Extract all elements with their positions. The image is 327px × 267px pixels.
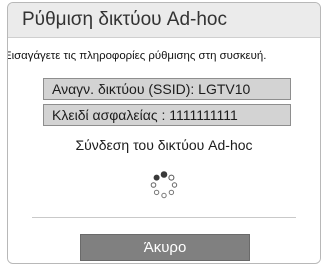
spinner-dot xyxy=(150,182,157,188)
spinner-dot xyxy=(153,189,160,196)
adhoc-setup-dialog: Ρύθμιση δικτύου Ad-hoc Εισαγάγετε τις πλ… xyxy=(7,2,321,264)
instruction-text: Εισαγάγετε τις πληροφορίες ρύθμισης στη … xyxy=(7,50,267,62)
connection-status-text: Σύνδεση του δικτύου Ad-hoc xyxy=(75,137,253,153)
spinner-dot xyxy=(160,171,168,178)
ssid-info-box: Αναγν. δικτύου (SSID): LGTV10 xyxy=(43,78,291,100)
spinner-dot xyxy=(153,174,160,181)
cancel-button[interactable]: Άκυρο xyxy=(80,234,250,261)
dialog-content: Εισαγάγετε τις πληροφορίες ρύθμισης στη … xyxy=(8,37,320,263)
spinner-dot xyxy=(161,192,167,199)
loading-spinner-icon xyxy=(150,171,178,199)
spinner-dot xyxy=(168,189,175,196)
spinner-dot xyxy=(168,174,175,181)
dialog-divider xyxy=(32,217,296,218)
spinner-dot xyxy=(171,182,178,188)
dialog-title: Ρύθμιση δικτύου Ad-hoc xyxy=(22,9,228,30)
security-key-info-box: Κλειδί ασφαλείας : 1111111111 xyxy=(43,104,291,126)
dialog-title-bar: Ρύθμιση δικτύου Ad-hoc xyxy=(8,3,320,37)
